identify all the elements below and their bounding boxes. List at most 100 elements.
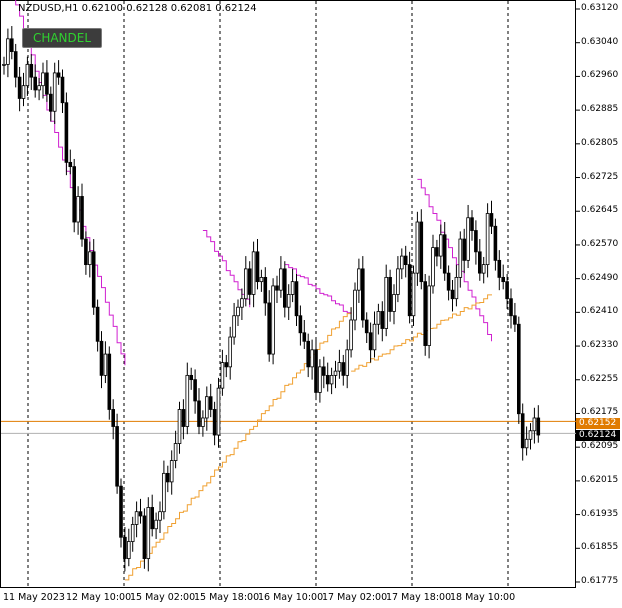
candle-body bbox=[25, 63, 30, 87]
candle-body bbox=[13, 51, 18, 78]
candle-body bbox=[76, 196, 80, 223]
candle-body bbox=[321, 366, 326, 376]
plot-frame bbox=[0, 0, 576, 588]
y-tick-label: 0.62175 bbox=[581, 407, 619, 418]
candle-body bbox=[474, 230, 478, 253]
candle-body bbox=[185, 374, 190, 427]
y-tick-label: 0.62015 bbox=[581, 474, 619, 485]
candle-body bbox=[99, 340, 104, 376]
candle-body bbox=[349, 319, 353, 351]
y-tick-label: 0.63120 bbox=[581, 3, 619, 13]
candle-body bbox=[72, 166, 77, 223]
candle-body bbox=[255, 251, 260, 283]
price-chart[interactable] bbox=[0, 0, 622, 608]
candle-body bbox=[450, 289, 455, 300]
y-tick-label: 0.61935 bbox=[581, 508, 619, 519]
candle-body bbox=[282, 268, 287, 308]
candle-body bbox=[60, 76, 65, 104]
candle-body bbox=[517, 323, 521, 415]
candle-body bbox=[154, 519, 158, 530]
candle-body bbox=[524, 438, 529, 449]
candle-body bbox=[275, 285, 279, 291]
candle-body bbox=[220, 362, 225, 389]
candle-body bbox=[438, 234, 443, 257]
y-tick-label: 0.61775 bbox=[581, 576, 619, 586]
candle-body bbox=[392, 294, 396, 312]
candle-body bbox=[251, 251, 256, 295]
candle-body bbox=[177, 409, 182, 444]
candle-body bbox=[197, 400, 201, 427]
candle-body bbox=[520, 413, 525, 449]
candle-body bbox=[29, 63, 34, 78]
y-tick-label: 0.61855 bbox=[581, 542, 619, 553]
candle-body bbox=[271, 285, 275, 355]
candle-body bbox=[376, 311, 381, 325]
candle-body bbox=[493, 225, 498, 261]
candle-body bbox=[279, 268, 283, 291]
x-tick-label: 15 May 02:00 bbox=[130, 592, 196, 603]
candle-body bbox=[115, 426, 119, 487]
candle-body bbox=[17, 76, 22, 99]
candle-body bbox=[127, 541, 131, 559]
current-price-tag: 0.62124 bbox=[576, 430, 620, 441]
candle-body bbox=[372, 323, 377, 351]
candle-body bbox=[353, 289, 357, 321]
candle-body bbox=[302, 332, 307, 342]
candle-body bbox=[415, 221, 420, 274]
candle-body bbox=[84, 238, 88, 266]
candle-body bbox=[407, 264, 412, 317]
candle-body bbox=[427, 285, 431, 346]
candle-body bbox=[240, 298, 244, 308]
candle-body bbox=[41, 72, 45, 87]
orange-price-tag: 0.62152 bbox=[576, 418, 620, 429]
candle-body bbox=[68, 161, 73, 168]
y-tick-label: 0.63040 bbox=[581, 36, 619, 47]
candle-body bbox=[138, 511, 143, 517]
candle-body bbox=[158, 511, 162, 521]
candle-body bbox=[123, 536, 127, 559]
candle-body bbox=[466, 217, 470, 261]
candle-body bbox=[290, 281, 295, 295]
candle-body bbox=[333, 370, 338, 376]
candle-body bbox=[286, 294, 291, 308]
candle-body bbox=[216, 387, 221, 436]
candle-body bbox=[169, 460, 174, 483]
candle-body bbox=[212, 409, 217, 436]
y-tick-label: 0.62805 bbox=[581, 137, 619, 148]
candle-body bbox=[9, 38, 14, 53]
candle-body bbox=[2, 63, 6, 66]
candle-body bbox=[399, 255, 404, 270]
candle-body bbox=[37, 85, 41, 91]
candle-body bbox=[80, 196, 84, 240]
symbol-quote-label: NZDUSD,H1 0.62100 0.62128 0.62081 0.6212… bbox=[18, 3, 257, 14]
candle-body bbox=[360, 268, 365, 321]
y-tick-label: 0.62095 bbox=[581, 441, 619, 452]
candle-body bbox=[403, 255, 408, 266]
candle-body bbox=[21, 85, 26, 99]
candle-body bbox=[442, 234, 447, 274]
candle-body bbox=[528, 430, 533, 440]
candle-body bbox=[45, 72, 49, 95]
chart-area[interactable]: NZDUSD,H1 0.62100 0.62128 0.62081 0.6212… bbox=[0, 0, 622, 608]
candle-body bbox=[501, 276, 505, 283]
candle-body bbox=[318, 366, 322, 393]
y-tick-label: 0.62255 bbox=[581, 373, 619, 384]
candle-body bbox=[243, 268, 248, 300]
chandel-indicator-button[interactable]: CHANDEL bbox=[22, 28, 102, 48]
candle-body bbox=[107, 353, 112, 410]
candle-body bbox=[150, 507, 155, 530]
candle-body bbox=[337, 362, 342, 372]
candle-body bbox=[173, 443, 178, 461]
candle-body bbox=[130, 524, 135, 542]
candle-body bbox=[505, 281, 509, 300]
candle-body bbox=[228, 336, 233, 368]
candle-body bbox=[247, 268, 252, 295]
y-tick-label: 0.62725 bbox=[581, 171, 619, 182]
x-tick-label: 16 May 10:00 bbox=[258, 592, 324, 603]
x-tick-label: 17 May 18:00 bbox=[386, 592, 452, 603]
candle-body bbox=[470, 217, 474, 231]
candle-body bbox=[201, 417, 205, 427]
candle-body bbox=[146, 507, 151, 559]
candle-body bbox=[380, 311, 385, 329]
candle-body bbox=[458, 238, 463, 278]
